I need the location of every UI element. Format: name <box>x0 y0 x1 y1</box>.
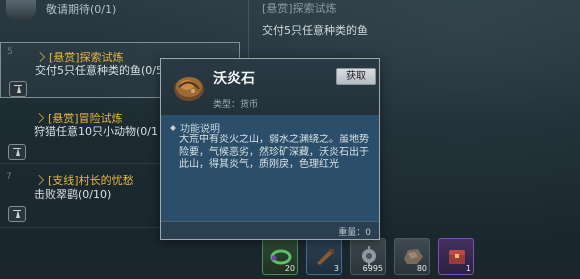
quest-number: 7 <box>6 172 12 182</box>
item-count: 20 <box>284 264 295 273</box>
track-quest-icon[interactable] <box>8 144 26 160</box>
popup-header: 沃炎石 类型：货币 获取 <box>161 59 379 115</box>
quest-marker-icon <box>34 113 44 123</box>
item-weight: 重量：0 <box>338 228 371 238</box>
item-count: 1 <box>465 264 471 273</box>
quest-marker-icon <box>35 52 45 62</box>
item-count: 80 <box>416 264 427 273</box>
item-count: 6995 <box>362 264 383 273</box>
reward-slot[interactable]: 20 <box>262 238 298 275</box>
track-quest-icon[interactable] <box>9 81 27 97</box>
item-count: 3 <box>333 264 339 273</box>
item-tooltip-popup: 沃炎石 类型：货币 获取 功能说明 大荒中有炎火之山，弱水之渊绕之。虽地势险要，… <box>160 58 380 240</box>
flame-stone-icon <box>174 77 204 101</box>
quest-number: 5 <box>7 47 13 57</box>
get-button[interactable]: 获取 <box>336 68 376 85</box>
reward-slot[interactable]: 80 <box>394 238 430 275</box>
item-type: 类型：货币 <box>213 100 259 110</box>
quest-desc: 狩猎任意10只小动物(0/1 <box>34 125 158 138</box>
quest-desc: 交付5只任意种类的鱼(0/5) <box>35 64 168 77</box>
detail-title: [悬赏]探索试炼 <box>262 2 337 15</box>
detail-description: 交付5只任意种类的鱼 <box>262 24 368 37</box>
reward-slot[interactable]: 1 <box>438 238 474 275</box>
item-name: 沃炎石 <box>213 71 255 87</box>
track-quest-icon[interactable] <box>8 206 26 222</box>
reward-slot[interactable]: 3 <box>306 238 342 275</box>
popup-footer: 重量：0 <box>161 221 379 239</box>
function-section-title: 功能说明 <box>171 120 220 135</box>
top-quest-status: 敬请期待(0/1) <box>46 3 117 16</box>
reward-slot[interactable]: 6995 <box>350 238 386 275</box>
item-description: 大荒中有炎火之山，弱水之渊绕之。虽地势险要，气候恶劣，然珍矿深藏，沃炎石出于此山… <box>179 134 369 170</box>
quest-marker-icon <box>34 175 44 185</box>
npc-avatar <box>6 0 36 20</box>
quest-desc: 击败翠鹞(0/10) <box>34 188 112 201</box>
popup-body: 功能说明 大荒中有炎火之山，弱水之渊绕之。虽地势险要，气候恶劣，然珍矿深藏，沃炎… <box>161 115 379 221</box>
